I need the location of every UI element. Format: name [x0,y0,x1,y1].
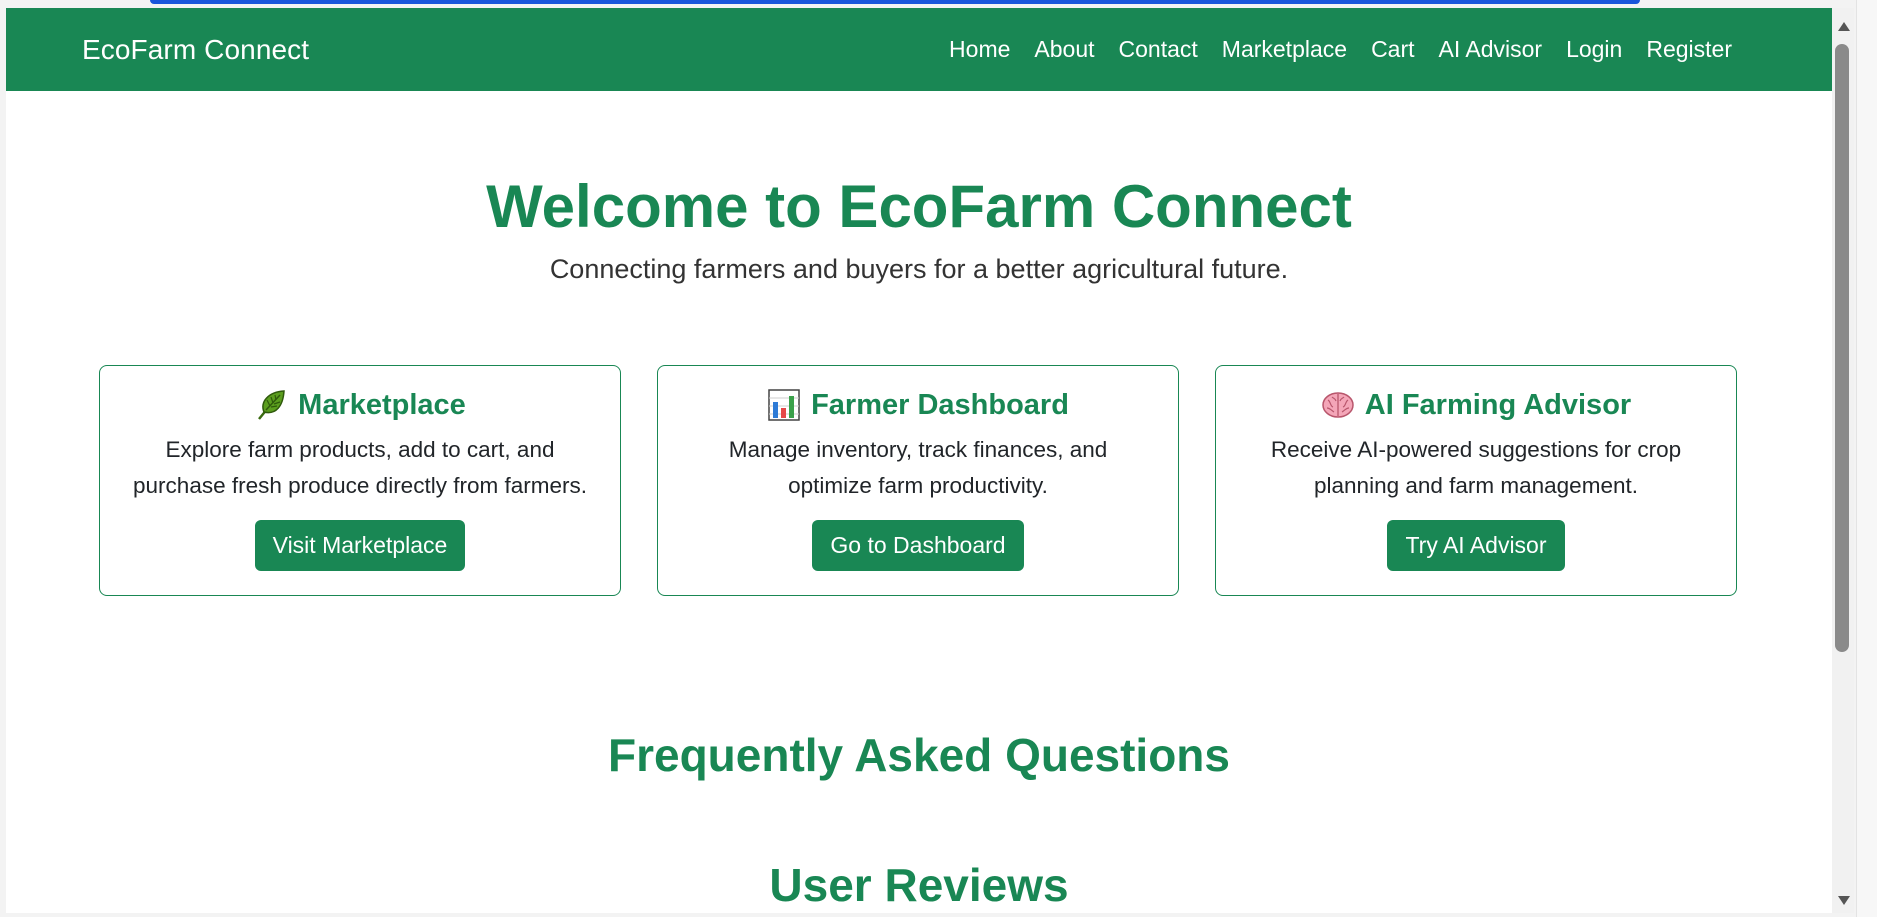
card-dashboard-text: Manage inventory, track finances, and op… [728,437,1108,498]
card-marketplace-header: Marketplace [130,388,590,422]
nav-link-home[interactable]: Home [937,36,1022,63]
nav-link-login[interactable]: Login [1554,36,1634,63]
card-ai-advisor: AI Farming Advisor Receive AI-powered su… [1215,365,1737,596]
card-ai-header: AI Farming Advisor [1246,388,1706,422]
reviews-title: User Reviews [769,859,1069,911]
go-to-dashboard-button[interactable]: Go to Dashboard [812,520,1024,571]
card-farmer-dashboard: Farmer Dashboard Manage inventory, track… [657,365,1179,596]
card-dashboard-header: Farmer Dashboard [688,388,1148,422]
try-ai-advisor-button[interactable]: Try AI Advisor [1387,520,1565,571]
card-ai-title: AI Farming Advisor [1364,388,1632,421]
scroll-down-arrow-icon[interactable] [1838,896,1850,905]
nav-links: Home About Contact Marketplace Cart AI A… [937,36,1744,63]
side-panel-edge [1856,0,1877,917]
navbar: EcoFarm Connect Home About Contact Marke… [6,8,1832,91]
nav-link-cart[interactable]: Cart [1359,36,1426,63]
visit-marketplace-button[interactable]: Visit Marketplace [254,520,466,571]
faq-title: Frequently Asked Questions [608,729,1230,781]
leaf-icon [254,388,288,422]
card-marketplace-title: Marketplace [298,388,466,421]
nav-link-contact[interactable]: Contact [1107,36,1210,63]
nav-link-register[interactable]: Register [1634,36,1744,63]
card-ai-text: Receive AI-powered suggestions for crop … [1270,437,1682,498]
nav-link-marketplace[interactable]: Marketplace [1210,36,1359,63]
nav-link-ai-advisor[interactable]: AI Advisor [1427,36,1555,63]
browser-tab-indicator [150,0,1640,4]
hero-subtitle: Connecting farmers and buyers for a bett… [549,254,1289,284]
hero-title: Welcome to EcoFarm Connect [486,173,1352,240]
card-dashboard-title: Farmer Dashboard [811,388,1069,421]
nav-link-about[interactable]: About [1022,36,1106,63]
vertical-scrollbar[interactable] [1832,8,1854,913]
card-marketplace-text: Explore farm products, add to cart, and … [133,437,587,498]
scroll-up-arrow-icon[interactable] [1838,22,1850,31]
brain-icon [1321,388,1355,422]
scrollbar-thumb[interactable] [1835,44,1849,652]
bar-chart-icon [767,388,801,422]
page-viewport: EcoFarm Connect Home About Contact Marke… [6,8,1832,913]
brand-logo[interactable]: EcoFarm Connect [82,34,309,66]
card-marketplace: Marketplace Explore farm products, add t… [99,365,621,596]
